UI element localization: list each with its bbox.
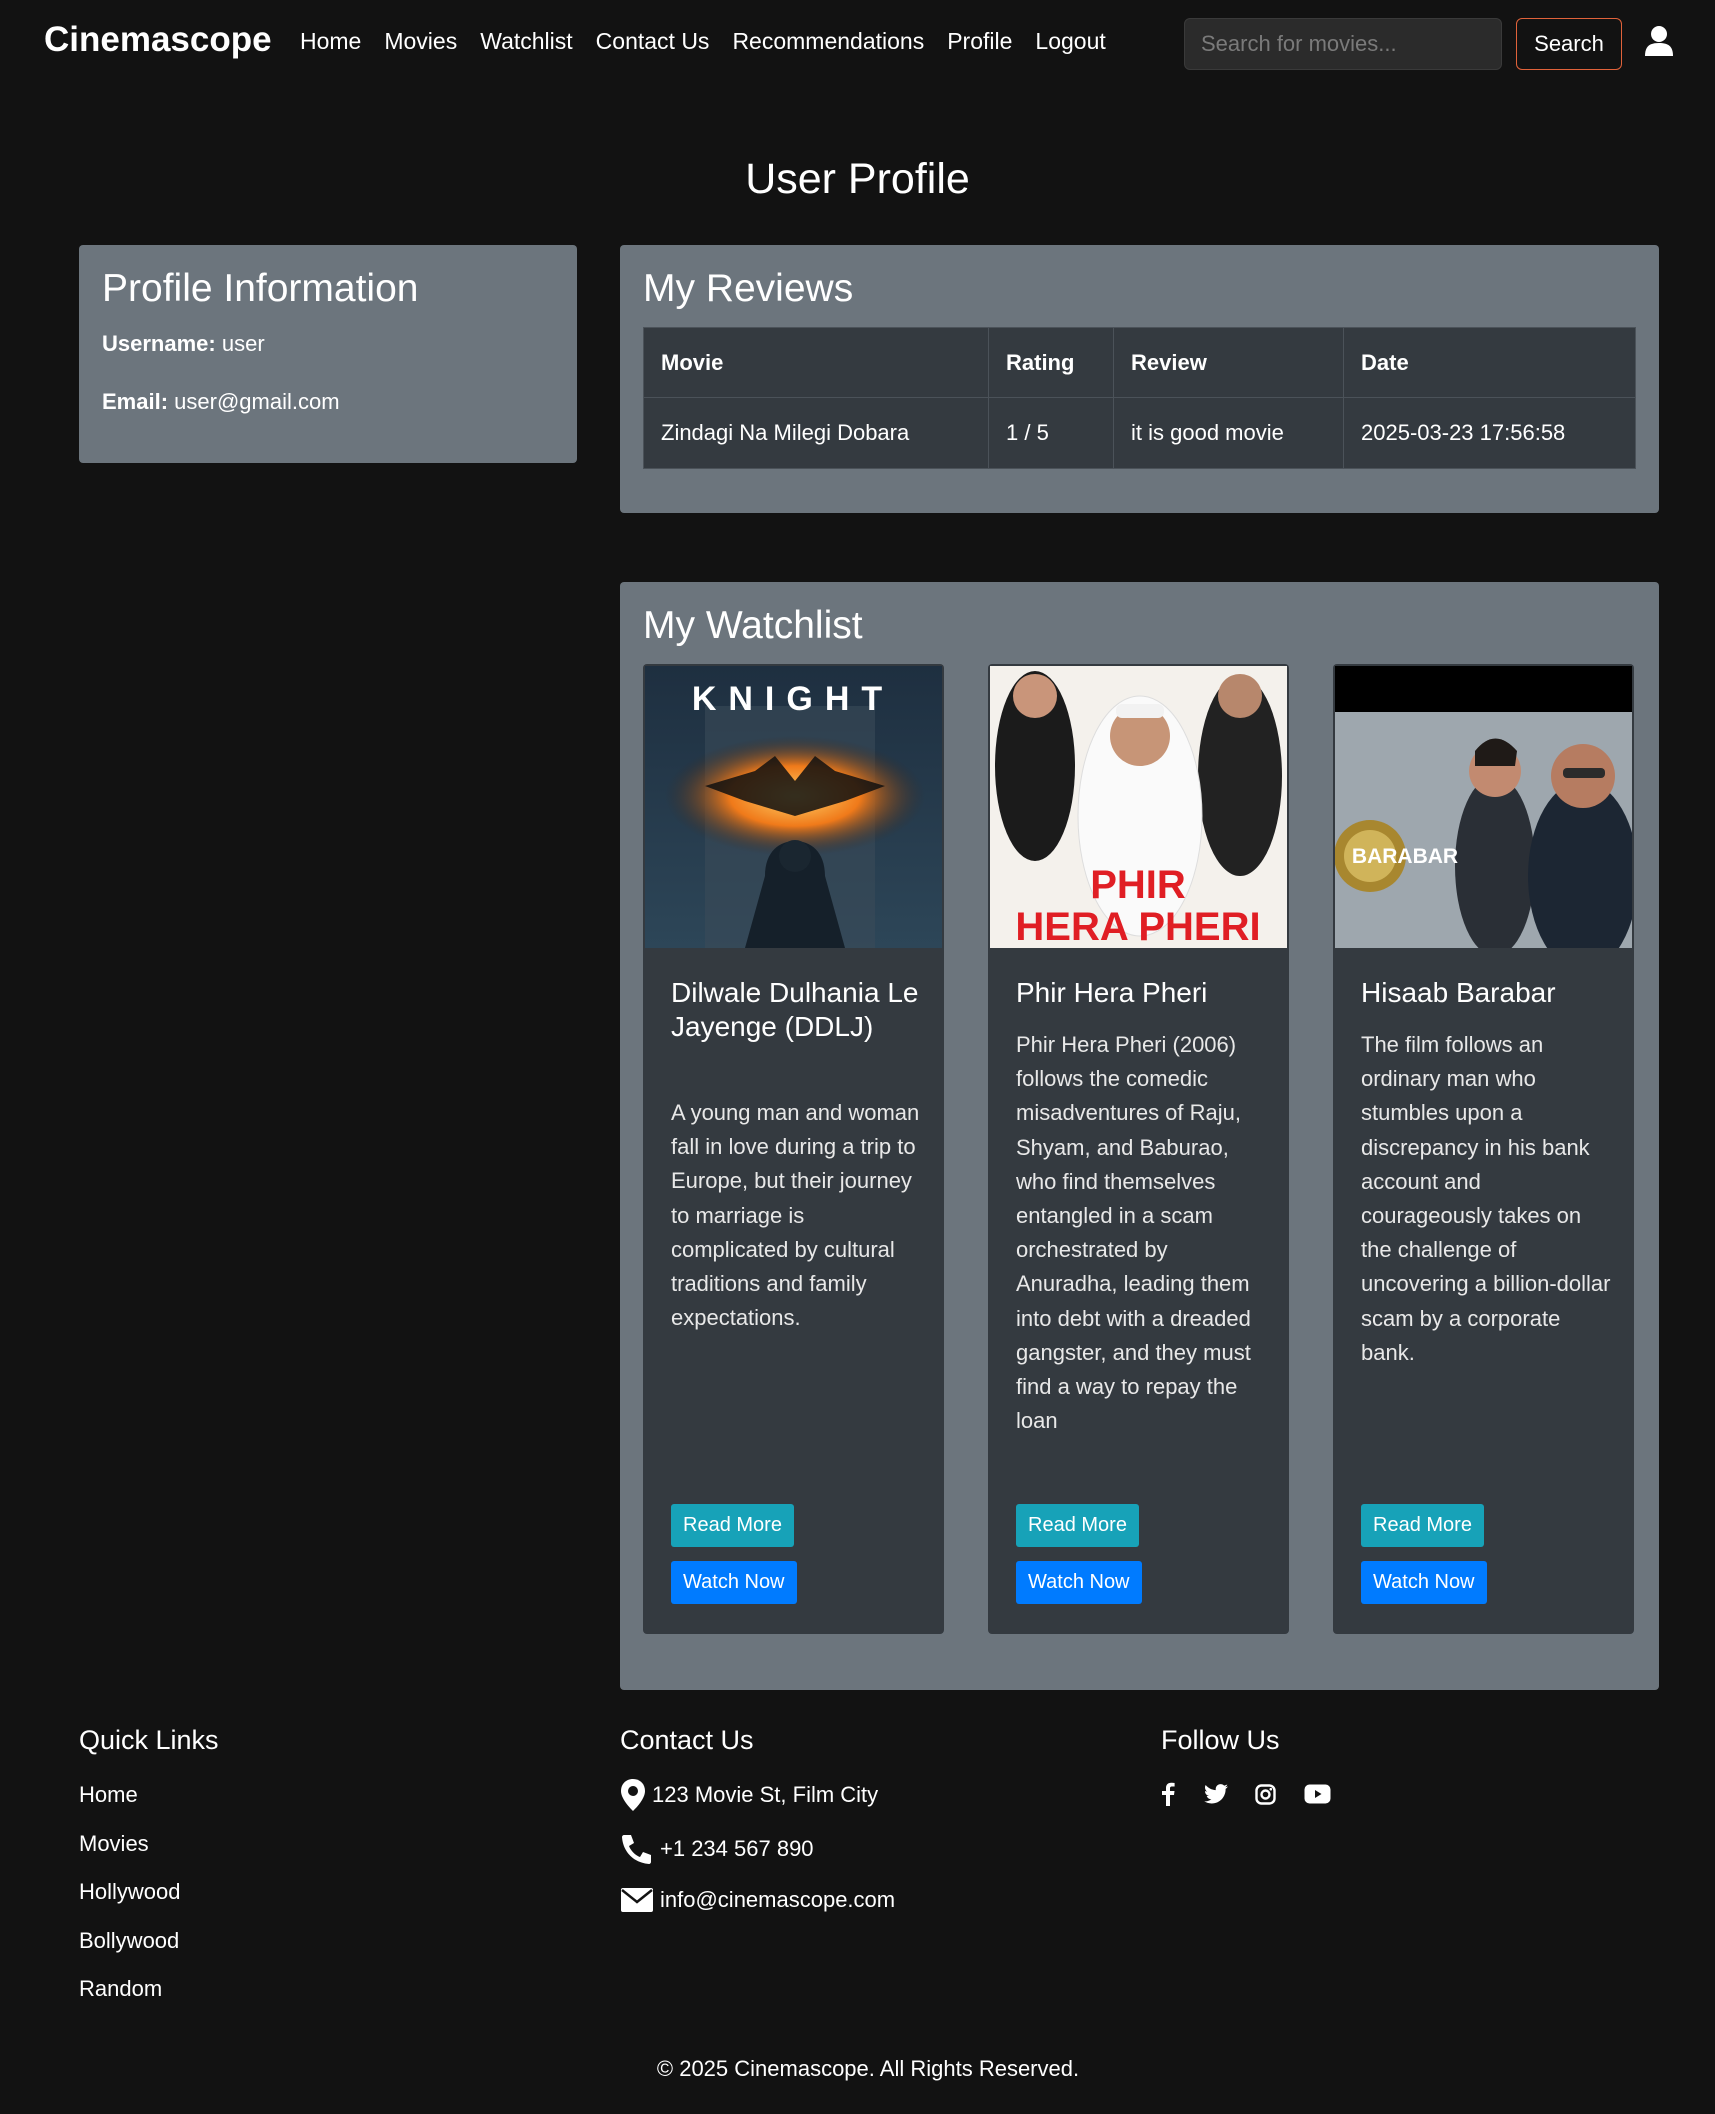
movie-description: A young man and woman fall in love durin… bbox=[671, 1100, 920, 1331]
movie-title: Phir Hera Pheri bbox=[1016, 977, 1208, 1008]
movie-description: The film follows an ordinary man who stu… bbox=[1361, 1032, 1611, 1365]
contact-phone-text: +1 234 567 890 bbox=[660, 1836, 814, 1861]
nav-home[interactable]: Home bbox=[300, 28, 361, 55]
footer-link-movies[interactable]: Movies bbox=[79, 1831, 149, 1857]
movie-poster[interactable]: KNIGHT bbox=[645, 666, 942, 948]
watch-now-button[interactable]: Watch Now bbox=[1361, 1561, 1487, 1604]
email-value: user@gmail.com bbox=[174, 389, 340, 414]
footer-link-bollywood[interactable]: Bollywood bbox=[79, 1928, 179, 1954]
nav-recommendations[interactable]: Recommendations bbox=[732, 28, 924, 55]
contact-us-heading: Contact Us bbox=[620, 1725, 754, 1755]
read-more-button[interactable]: Read More bbox=[1016, 1504, 1139, 1547]
username-value: user bbox=[221, 331, 265, 356]
movie-poster[interactable]: BARABAR bbox=[1335, 666, 1632, 948]
poster-subtitle-text: HERA PHERI bbox=[1015, 905, 1260, 948]
user-icon[interactable] bbox=[1644, 25, 1674, 57]
contact-address-text: 123 Movie St, Film City bbox=[652, 1782, 879, 1807]
page-title: User Profile bbox=[745, 155, 970, 203]
nav-movies[interactable]: Movies bbox=[384, 28, 457, 55]
watch-now-button[interactable]: Watch Now bbox=[671, 1561, 797, 1604]
movie-title: Hisaab Barabar bbox=[1361, 977, 1556, 1008]
search-input[interactable] bbox=[1184, 18, 1502, 70]
contact-address: 123 Movie St, Film City bbox=[620, 1778, 878, 1812]
column-header-movie: Movie bbox=[643, 327, 989, 398]
watchlist-card: PHIR HERA PHERI Phir Hera Pheri Phir Her… bbox=[988, 664, 1289, 1634]
profile-information-panel: Profile Information Username: user Email… bbox=[79, 245, 577, 463]
navbar: Cinemascope Home Movies Watchlist Contac… bbox=[0, 0, 1715, 88]
read-more-button[interactable]: Read More bbox=[1361, 1504, 1484, 1547]
review-movie-cell: Zindagi Na Milegi Dobara bbox=[643, 397, 989, 469]
instagram-icon[interactable] bbox=[1254, 1782, 1276, 1806]
my-watchlist-heading: My Watchlist bbox=[643, 604, 863, 647]
watch-now-button[interactable]: Watch Now bbox=[1016, 1561, 1142, 1604]
footer-link-random[interactable]: Random bbox=[79, 1976, 162, 2002]
nav-contact-us[interactable]: Contact Us bbox=[596, 28, 710, 55]
profile-information-heading: Profile Information bbox=[102, 267, 419, 310]
brand-logo[interactable]: Cinemascope bbox=[44, 20, 272, 60]
copyright-text: © 2025 Cinemascope. All Rights Reserved. bbox=[656, 2056, 1080, 2081]
contact-phone: +1 234 567 890 bbox=[620, 1833, 814, 1865]
movie-title: Dilwale Dulhania Le Jayenge (DDLJ) bbox=[671, 977, 919, 1042]
poster-title-text: KNIGHT bbox=[692, 680, 894, 718]
poster-title-text: BARABAR bbox=[1352, 845, 1458, 868]
twitter-icon[interactable] bbox=[1203, 1782, 1229, 1806]
column-header-rating: Rating bbox=[988, 327, 1114, 398]
watchlist-card: BARABAR Hisaab Barabar The film follows … bbox=[1333, 664, 1634, 1634]
youtube-icon[interactable] bbox=[1303, 1782, 1331, 1806]
review-rating-cell: 1 / 5 bbox=[988, 397, 1114, 469]
footer-link-home[interactable]: Home bbox=[79, 1782, 138, 1808]
table-header-row: Movie Rating Review Date bbox=[643, 327, 1636, 398]
nav-profile[interactable]: Profile bbox=[947, 28, 1012, 55]
follow-us-heading: Follow Us bbox=[1161, 1725, 1280, 1755]
nav-logout[interactable]: Logout bbox=[1035, 28, 1105, 55]
column-header-date: Date bbox=[1343, 327, 1636, 398]
footer-link-hollywood[interactable]: Hollywood bbox=[79, 1879, 181, 1905]
contact-email-text: info@cinemascope.com bbox=[660, 1887, 896, 1912]
read-more-button[interactable]: Read More bbox=[671, 1504, 794, 1547]
movie-poster[interactable]: PHIR HERA PHERI bbox=[990, 666, 1287, 948]
search-button[interactable]: Search bbox=[1516, 18, 1622, 70]
email-label: Email: bbox=[102, 389, 169, 414]
review-date-cell: 2025-03-23 17:56:58 bbox=[1343, 397, 1636, 469]
my-reviews-panel: My Reviews Movie Rating Review Date Zind… bbox=[620, 245, 1659, 513]
my-reviews-heading: My Reviews bbox=[643, 267, 854, 310]
map-pin-icon bbox=[621, 1779, 645, 1811]
nav-watchlist[interactable]: Watchlist bbox=[480, 28, 572, 55]
username-label: Username: bbox=[102, 331, 216, 356]
contact-email: info@cinemascope.com bbox=[620, 1887, 895, 1913]
watchlist-card: KNIGHT Dilwale Dulhania Le Jayenge (DDLJ… bbox=[643, 664, 944, 1634]
table-row: Zindagi Na Milegi Dobara 1 / 5 it is goo… bbox=[643, 397, 1636, 469]
column-header-review: Review bbox=[1113, 327, 1344, 398]
reviews-table: Movie Rating Review Date Zindagi Na Mile… bbox=[643, 327, 1636, 469]
nav-links: Home Movies Watchlist Contact Us Recomme… bbox=[300, 28, 1129, 55]
movie-description: Phir Hera Pheri (2006) follows the comed… bbox=[1016, 1032, 1251, 1434]
quick-links-heading: Quick Links bbox=[79, 1725, 219, 1755]
facebook-icon[interactable] bbox=[1160, 1782, 1176, 1806]
phone-icon bbox=[622, 1835, 651, 1864]
review-text-cell: it is good movie bbox=[1113, 397, 1344, 469]
envelope-icon bbox=[621, 1888, 653, 1912]
my-watchlist-panel: My Watchlist KNIGHT Dilwale Dulhania Le … bbox=[620, 582, 1659, 1690]
email-row: Email: user@gmail.com bbox=[102, 389, 340, 415]
poster-title-text: PHIR bbox=[1090, 863, 1186, 907]
username-row: Username: user bbox=[102, 331, 265, 357]
